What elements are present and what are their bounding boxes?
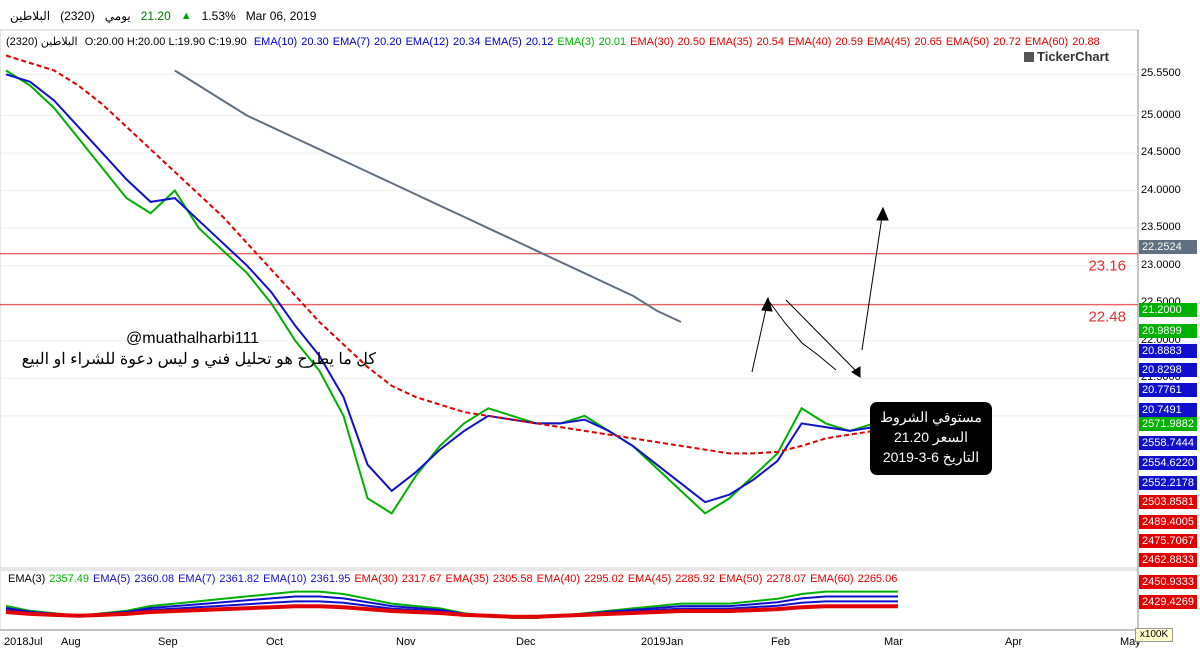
note-price: السعر 21.20 [893, 429, 969, 445]
indicator-legend-item: EMA(30) [354, 573, 398, 585]
indicator-legend-item: EMA(10) [263, 573, 307, 585]
x-tick-label: 2019Jan [641, 636, 684, 648]
unit-badge: x100K [1135, 628, 1173, 642]
y-tick-label: 23.0000 [1141, 258, 1181, 271]
note-date: التاريخ 6-3-2019 [882, 449, 980, 465]
indicator-legend-value: 2285.92 [675, 573, 715, 585]
indicator-tag: 2429.4269 [1139, 595, 1197, 609]
indicator-legend-value: 2360.08 [134, 573, 175, 585]
price-tag: 22.2524 [1139, 240, 1197, 254]
indicator-legend-item: EMA(50) [719, 573, 763, 585]
x-tick-label: Sep [158, 636, 178, 648]
x-tick-label: Apr [1005, 636, 1023, 648]
indicator-legend-value: 2305.58 [492, 573, 533, 585]
indicator-tag: 2489.4005 [1139, 515, 1197, 529]
indicator-panel-legend: EMA(3) 2357.49 EMA(5) 2360.08 EMA(7) 2361.82 E… [8, 573, 1138, 585]
indicator-tag: 2475.7067 [1139, 534, 1197, 548]
indicator-tag: 2558.7444 [1139, 436, 1197, 450]
indicator-legend-value: 2317.67 [401, 573, 442, 585]
indicator-tag: 2503.8581 [1139, 495, 1197, 509]
disclaimer-text: كل ما يطرح هو تحليل فني و ليس دعوة للشرا… [21, 351, 376, 368]
indicator-legend-value: 2278.07 [766, 573, 807, 585]
y-tick-label: 24.0000 [1141, 183, 1181, 196]
x-tick-label: 2018Jul [4, 636, 43, 648]
price-tag: 20.7761 [1139, 383, 1197, 397]
x-tick-label: Oct [266, 636, 284, 648]
price-tag: 20.8298 [1139, 363, 1197, 377]
price-tag: 20.9899 [1139, 324, 1197, 338]
level-label: 23.16 [1088, 258, 1126, 275]
indicator-legend-item: EMA(5) [93, 573, 131, 585]
series-line [5, 69, 899, 515]
indicator-legend-item: EMA(3) [8, 573, 46, 585]
y-tick-label: 23.5000 [1141, 221, 1181, 234]
level-label: 22.48 [1088, 309, 1126, 326]
conditions-note: مستوفي الشروط السعر 21.20 التاريخ 6-3-20… [870, 402, 992, 475]
indicator-legend-value: 2361.95 [310, 573, 351, 585]
indicator-tag: 2554.6220 [1139, 456, 1197, 470]
indicator-legend-item: EMA(45) [627, 573, 672, 585]
indicator-legend-value: 2265.06 [857, 573, 898, 585]
target-arrow-line [861, 209, 884, 351]
target-arrow-head [876, 206, 889, 221]
indicator-legend-value: 2295.02 [584, 573, 624, 585]
indicator-tag: 2462.8833 [1139, 553, 1197, 567]
y-tick-label: 24.5000 [1141, 146, 1181, 159]
y-tick-label: 25.5500 [1141, 67, 1181, 80]
indicator-tag: 2552.2178 [1139, 476, 1197, 490]
series-line [174, 69, 682, 323]
x-tick-label: Mar [884, 636, 903, 648]
indicator-legend-value: 2361.82 [219, 573, 260, 585]
indicator-legend-item: EMA(40) [536, 573, 581, 585]
x-tick-label: Dec [516, 636, 536, 648]
price-chart[interactable]: 23.16 22.48 [0, 0, 1200, 652]
x-tick-label: Nov [396, 636, 416, 648]
price-tag: 20.7491 [1139, 403, 1197, 417]
author-handle: @muathalharbi111 [126, 330, 260, 347]
indicator-legend-value: 2357.49 [49, 573, 90, 585]
indicator-legend-item: EMA(35) [445, 573, 489, 585]
main-panel-frame [0, 29, 1139, 569]
indicator-legend-item: EMA(7) [178, 573, 216, 585]
price-tag: 21.2000 [1139, 303, 1197, 317]
x-tick-label: Feb [771, 636, 790, 648]
trend-arrows [751, 206, 889, 378]
y-tick-label: 25.0000 [1141, 108, 1181, 121]
indicator-legend-item: EMA(60) [810, 573, 854, 585]
pattern-arrow-line [751, 298, 837, 373]
price-tag: 20.8883 [1139, 344, 1197, 358]
x-tick-label: Aug [61, 636, 81, 648]
indicator-tag: 2571.9882 [1139, 417, 1197, 431]
indicator-tag: 2450.9333 [1139, 575, 1197, 589]
note-title: مستوفي الشروط [880, 409, 982, 425]
